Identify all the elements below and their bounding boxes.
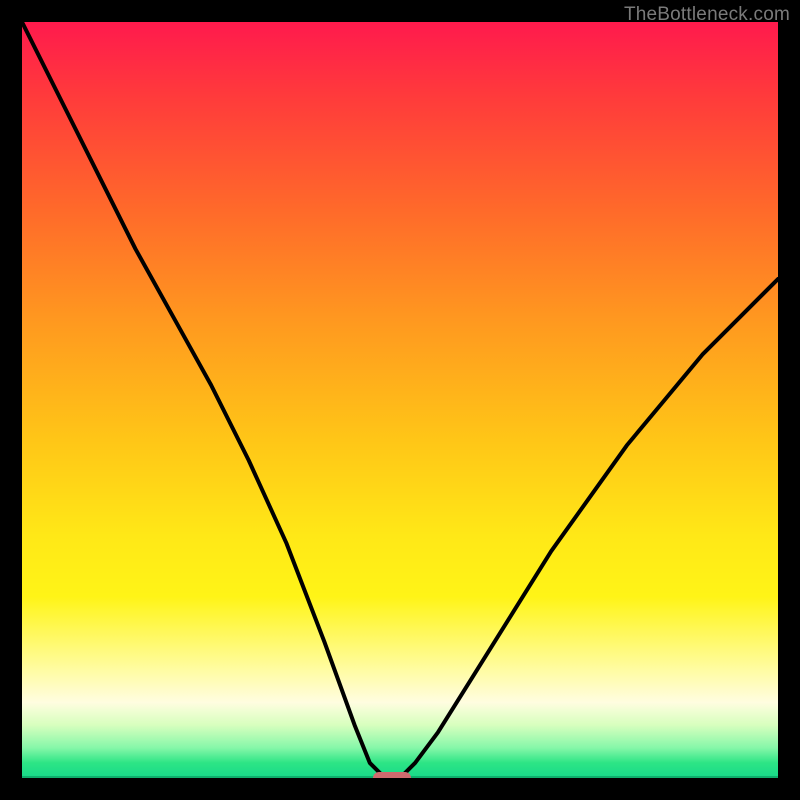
bottleneck-curve	[22, 22, 778, 778]
optimal-marker	[373, 772, 411, 778]
plot-area	[22, 22, 778, 778]
chart-frame: TheBottleneck.com	[0, 0, 800, 800]
